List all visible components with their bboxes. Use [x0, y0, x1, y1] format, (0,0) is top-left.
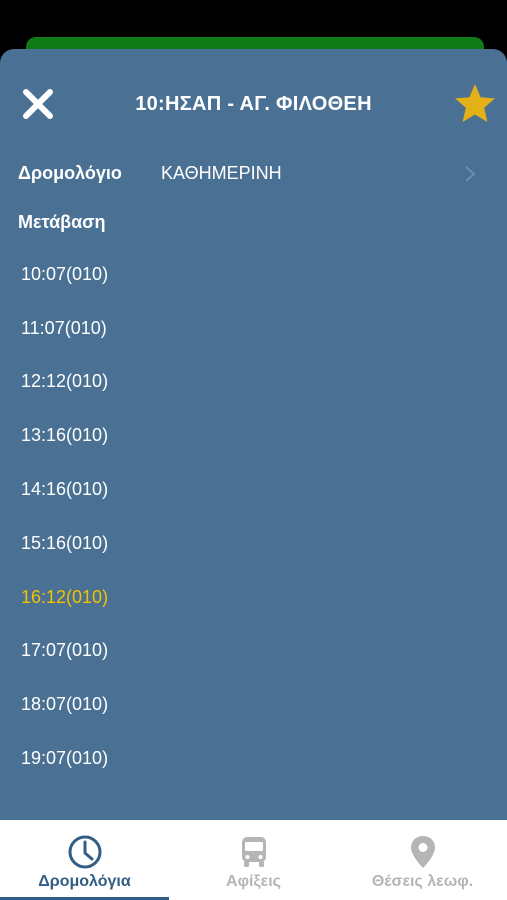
- app-screen: 10:ΗΣΑΠ - ΑΓ. ΦΙΛΟΘΕΗ Δρομολόγιο ΚΑΘΗΜΕΡ…: [0, 0, 507, 900]
- schedule-time-item[interactable]: 11:07(010): [0, 302, 507, 356]
- schedule-time-item[interactable]: 18:07(010): [0, 678, 507, 732]
- route-label: Δρομολόγιο: [18, 163, 122, 183]
- schedule-time-item[interactable]: 17:07(010): [0, 624, 507, 678]
- close-button[interactable]: [20, 86, 56, 122]
- schedule-time-item[interactable]: 12:12(010): [0, 355, 507, 409]
- schedule-time-item[interactable]: 14:16(010): [0, 463, 507, 517]
- schedule-list: 09:07(010)10:07(010)11:07(010)12:12(010)…: [0, 237, 507, 786]
- tab-bar: Δρομολόγια Αφίξεις Θέσεις λεωφ.: [0, 820, 507, 900]
- schedule-time-item[interactable]: 15:16(010): [0, 517, 507, 571]
- schedule-time-item[interactable]: 10:07(010): [0, 248, 507, 302]
- schedule-list-viewport[interactable]: 09:07(010)10:07(010)11:07(010)12:12(010)…: [0, 237, 507, 820]
- location-pin-icon: [410, 836, 435, 868]
- tab-label: Δρομολόγια: [38, 873, 131, 890]
- tab-arrivals[interactable]: Αφίξεις: [169, 820, 338, 900]
- tab-routes[interactable]: Δρομολόγια: [0, 820, 169, 900]
- route-value: ΚΑΘΗΜΕΡΙΝΗ: [161, 163, 282, 183]
- line-title: 10:ΗΣΑΠ - ΑΓ. ΦΙΛΟΘΕΗ: [135, 93, 372, 115]
- schedule-time-item-current[interactable]: 16:12(010): [0, 571, 507, 625]
- direction-label: Μετάβαση: [18, 212, 106, 232]
- bus-icon: [241, 837, 266, 867]
- close-icon: [23, 89, 53, 119]
- clock-icon: [68, 835, 101, 869]
- star-icon: [455, 84, 495, 122]
- tab-label: Θέσεις λεωφ.: [371, 873, 474, 890]
- favorite-button[interactable]: [454, 82, 496, 124]
- tab-label: Αφίξεις: [226, 873, 281, 890]
- schedule-time-item[interactable]: 13:16(010): [0, 409, 507, 463]
- schedule-time-item[interactable]: 19:07(010): [0, 732, 507, 786]
- chevron-right-icon: [465, 166, 476, 182]
- route-selector[interactable]: Δρομολόγιο ΚΑΘΗΜΕΡΙΝΗ: [0, 153, 507, 193]
- tab-stops[interactable]: Θέσεις λεωφ.: [338, 820, 507, 900]
- schedule-time-item[interactable]: 09:07(010): [0, 237, 507, 248]
- schedule-sheet: 10:ΗΣΑΠ - ΑΓ. ΦΙΛΟΘΕΗ Δρομολόγιο ΚΑΘΗΜΕΡ…: [0, 49, 507, 820]
